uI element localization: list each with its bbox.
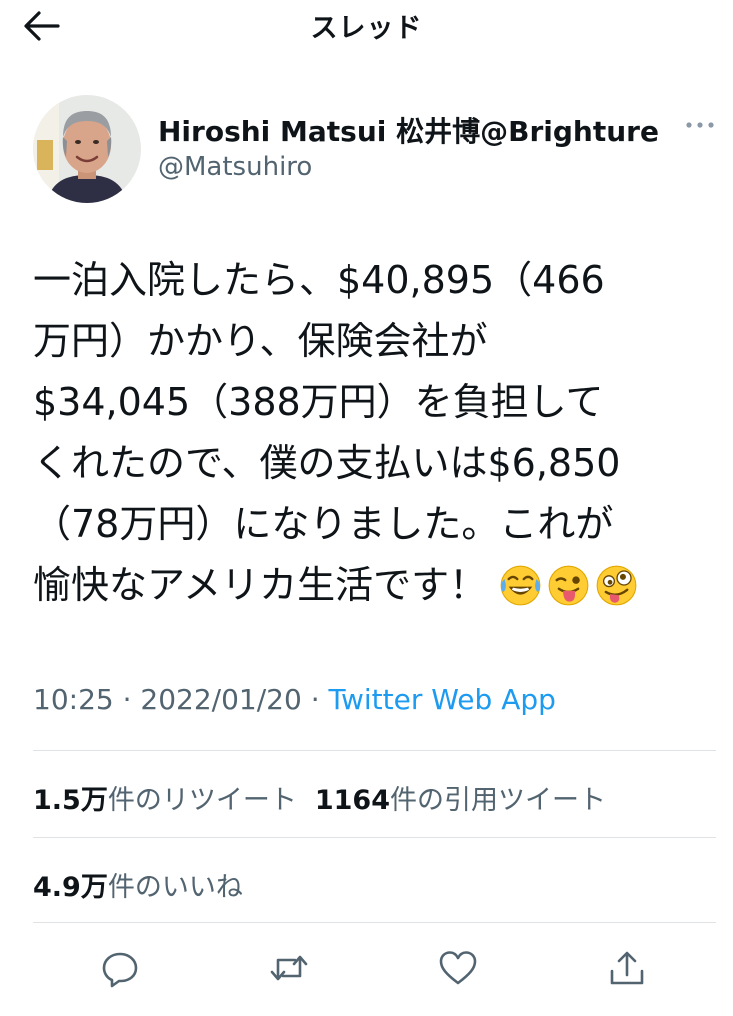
- likes-row: 4.9万件のいいね: [33, 865, 261, 904]
- avatar[interactable]: [33, 95, 141, 203]
- tweet-line-text: 愉快なアメリカ生活です！: [33, 563, 488, 607]
- quotes-count: 1164: [314, 785, 390, 816]
- zany-face-icon: [596, 565, 637, 606]
- retweets-stat[interactable]: 1.5万件のリツイート: [33, 785, 297, 816]
- stats-row: 1.5万件のリツイート 1164件の引用ツイート: [33, 778, 624, 817]
- author-handle[interactable]: @Matsuhiro: [158, 152, 312, 182]
- tweet-line-last: 愉快なアメリカ生活です！: [33, 555, 723, 616]
- top-bar: スレッド: [0, 0, 733, 52]
- share-button[interactable]: [605, 946, 649, 990]
- retweets-count: 1.5万: [33, 785, 108, 816]
- reply-icon: [102, 952, 138, 988]
- tweet-line: 一泊入院したら、$40,895（466: [33, 258, 605, 302]
- retweet-icon: [270, 955, 308, 981]
- tweet-meta: 10:25 · 2022/01/20 · Twitter Web App: [33, 683, 556, 716]
- tweet-text: 一泊入院したら、$40,895（466 万円）かかり、保険会社が $34,045…: [33, 250, 723, 616]
- quotes-stat[interactable]: 1164件の引用ツイート: [315, 785, 606, 816]
- quotes-label: 件の引用ツイート: [390, 785, 606, 816]
- tweet-line: 万円）かかり、保険会社が: [33, 319, 488, 363]
- retweets-label: 件のリツイート: [107, 785, 297, 816]
- like-button[interactable]: [436, 946, 480, 990]
- tweet-time: 10:25: [33, 683, 114, 716]
- meta-separator: ·: [113, 683, 141, 716]
- heart-icon: [439, 951, 477, 985]
- tweet-line: くれたので、僕の支払いは$6,850: [33, 441, 621, 485]
- likes-count: 4.9万: [33, 872, 108, 903]
- divider: [33, 837, 716, 838]
- tweet-date: 2022/01/20: [140, 683, 302, 716]
- divider: [33, 750, 716, 751]
- tweet-source-link[interactable]: Twitter Web App: [329, 683, 556, 716]
- more-button[interactable]: [683, 114, 717, 136]
- tweet-line: （78万円）になりました。これが: [33, 502, 614, 546]
- page-title: スレッド: [310, 13, 423, 44]
- winking-face-with-tongue-icon: [548, 565, 589, 606]
- tweet-line: $34,045（388万円）を負担して: [33, 380, 604, 424]
- retweet-button[interactable]: [267, 946, 311, 990]
- face-with-tears-of-joy-icon: [500, 565, 541, 606]
- meta-separator: ·: [301, 683, 329, 716]
- author-name[interactable]: Hiroshi Matsui 松井博@Brighture: [158, 110, 659, 150]
- likes-stat[interactable]: 4.9万件のいいね: [33, 872, 243, 903]
- action-bar: [0, 940, 733, 1000]
- reply-button[interactable]: [98, 946, 142, 990]
- more-horizontal-icon: [686, 122, 714, 128]
- share-icon: [610, 951, 644, 985]
- divider: [33, 922, 716, 923]
- likes-label: 件のいいね: [107, 872, 243, 903]
